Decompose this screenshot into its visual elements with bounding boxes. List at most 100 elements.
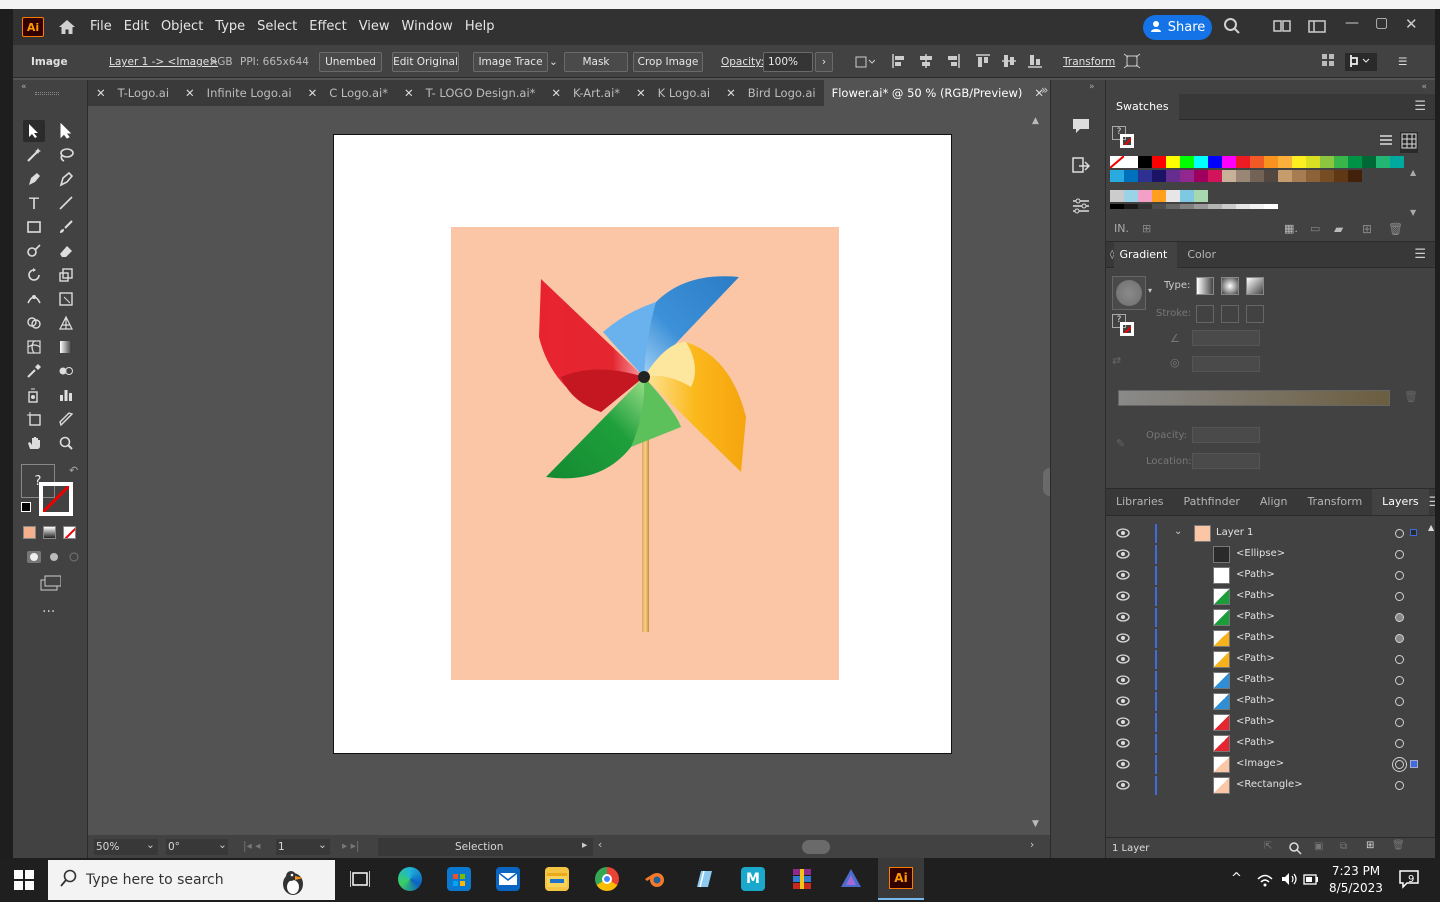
artwork-background[interactable]	[451, 227, 839, 680]
color-swatch[interactable]	[1306, 170, 1320, 182]
document-tab[interactable]: ✕ T-Logo.ai	[88, 80, 177, 106]
image-trace-button[interactable]: Image Trace	[473, 52, 548, 72]
file-explorer-icon[interactable]	[545, 867, 569, 891]
target-circle-icon[interactable]	[1395, 613, 1404, 622]
collapse-panels-icon[interactable]: «	[1421, 82, 1427, 92]
layer-item-row[interactable]: <Path>	[1106, 712, 1418, 733]
pinwheel-illustration[interactable]	[451, 227, 839, 680]
visibility-eye-icon[interactable]	[1116, 675, 1130, 685]
target-circle-icon[interactable]	[1395, 529, 1404, 538]
arrange-icon[interactable]	[1321, 53, 1335, 71]
menu-edit[interactable]: Edit	[118, 9, 155, 45]
align-right-icon[interactable]	[945, 53, 961, 71]
draw-behind-icon[interactable]	[43, 546, 65, 568]
visibility-eye-icon[interactable]	[1116, 570, 1130, 580]
draw-inside-icon[interactable]	[63, 546, 85, 568]
close-tab-icon[interactable]: ✕	[185, 80, 195, 106]
mesh-tool-icon[interactable]	[23, 336, 45, 358]
visibility-eye-icon[interactable]	[1116, 528, 1130, 538]
document-tab[interactable]: ✕ C Logo.ai*	[300, 80, 396, 106]
first-artboard-icon[interactable]: |◂ ◂	[243, 840, 260, 852]
close-tab-icon[interactable]: ✕	[726, 80, 736, 106]
gradient-preview-dropdown-icon[interactable]: ▾	[1148, 286, 1152, 295]
visibility-eye-icon[interactable]	[1116, 738, 1130, 748]
color-swatch[interactable]	[1376, 156, 1390, 168]
color-swatch[interactable]	[1306, 156, 1320, 168]
color-swatch[interactable]	[1390, 156, 1404, 168]
color-swatch[interactable]	[1124, 170, 1138, 182]
gradient-tool-icon[interactable]	[55, 336, 77, 358]
shape-builder-tool-icon[interactable]	[23, 312, 45, 334]
gray-swatch[interactable]	[1138, 204, 1152, 209]
layer-item-row[interactable]: <Path>	[1106, 565, 1418, 586]
color-swatch[interactable]	[1110, 170, 1124, 182]
menu-select[interactable]: Select	[251, 9, 303, 45]
arrange-documents-icon[interactable]	[1273, 19, 1291, 36]
artboard-dropdown-icon[interactable]: ⌄	[318, 839, 327, 851]
document-tab[interactable]: ✕ T- LOGO Design.ai*	[396, 80, 543, 106]
network-icon[interactable]	[1256, 871, 1274, 890]
color-swatch[interactable]	[1250, 156, 1264, 168]
close-tab-icon[interactable]: ✕	[404, 80, 414, 106]
menu-view[interactable]: View	[353, 9, 396, 45]
pen-tool-icon[interactable]	[23, 168, 45, 190]
swatch-scroll-down-icon[interactable]: ▼	[1410, 208, 1416, 217]
magic-wand-tool-icon[interactable]	[23, 144, 45, 166]
scale-tool-icon[interactable]	[55, 264, 77, 286]
visibility-eye-icon[interactable]	[1116, 654, 1130, 664]
comments-icon[interactable]	[1071, 116, 1091, 139]
layers-scroll-up-icon[interactable]: ▲	[1428, 523, 1434, 532]
crop-image-button[interactable]: Crop Image	[633, 52, 703, 72]
layer-path-link[interactable]: Layer 1 -> <Image>	[109, 53, 218, 71]
target-circle-icon[interactable]	[1395, 655, 1404, 664]
scroll-up-icon[interactable]: ▲	[1032, 116, 1039, 126]
swap-fill-stroke-icon[interactable]: ↶	[69, 464, 78, 477]
selection-indicator[interactable]	[1410, 760, 1418, 768]
minimize-icon[interactable]: —	[1345, 15, 1359, 31]
target-circle-icon[interactable]	[1395, 676, 1404, 685]
line-tool-icon[interactable]	[55, 192, 77, 214]
winrar-icon[interactable]	[790, 867, 814, 891]
gray-swatch[interactable]	[1194, 204, 1208, 209]
draw-normal-icon[interactable]	[23, 546, 45, 568]
show-hidden-icons-icon[interactable]: ^	[1231, 871, 1242, 886]
document-tab[interactable]: ✕ Bird Logo.ai	[718, 80, 823, 106]
visibility-eye-icon[interactable]	[1116, 759, 1130, 769]
rectangle-tool-icon[interactable]	[23, 216, 45, 238]
align-center-icon[interactable]	[918, 53, 934, 71]
gray-swatch[interactable]	[1264, 204, 1278, 209]
status-menu-icon[interactable]: ▸	[582, 839, 587, 851]
gradient-preview[interactable]	[1112, 276, 1146, 310]
grid-view-icon[interactable]	[1400, 132, 1418, 153]
affinity-icon[interactable]	[839, 867, 863, 891]
gray-swatch[interactable]	[1110, 204, 1124, 209]
document-tab[interactable]: Flower.ai* @ 50 % (RGB/Preview) ✕	[823, 80, 1052, 106]
mail-icon[interactable]	[496, 867, 520, 891]
color-swatch[interactable]	[1292, 170, 1306, 182]
free-transform-tool-icon[interactable]	[55, 288, 77, 310]
properties-icon[interactable]	[1071, 196, 1091, 219]
layer-item-row[interactable]: <Image>	[1106, 754, 1418, 775]
microsoft-store-icon[interactable]	[447, 867, 471, 891]
document-tab[interactable]: ✕ Infinite Logo.ai	[177, 80, 300, 106]
color-swatch[interactable]	[1362, 156, 1376, 168]
target-circle-icon[interactable]	[1395, 718, 1404, 727]
layer-item-row[interactable]: <Path>	[1106, 733, 1418, 754]
target-circle-icon[interactable]	[1395, 697, 1404, 706]
blender-icon[interactable]	[643, 867, 667, 891]
gradient-mode-icon[interactable]	[43, 526, 56, 539]
menu-object[interactable]: Object	[155, 9, 209, 45]
close-tab-icon[interactable]: ✕	[308, 80, 318, 106]
color-swatch[interactable]	[1222, 156, 1236, 168]
delete-swatch-icon[interactable]: 🗑	[1388, 222, 1403, 236]
curvature-tool-icon[interactable]	[55, 168, 77, 190]
layer-item-row[interactable]: <Path>	[1106, 691, 1418, 712]
color-swatch[interactable]	[1334, 156, 1348, 168]
radial-gradient-button[interactable]	[1221, 277, 1239, 295]
menu-file[interactable]: File	[84, 9, 118, 45]
taskbar-search[interactable]: Type here to search	[48, 860, 335, 900]
isolate-icon[interactable]	[1123, 53, 1141, 71]
blend-tool-icon[interactable]	[55, 360, 77, 382]
visibility-eye-icon[interactable]	[1116, 696, 1130, 706]
notepad-icon[interactable]	[692, 867, 716, 891]
